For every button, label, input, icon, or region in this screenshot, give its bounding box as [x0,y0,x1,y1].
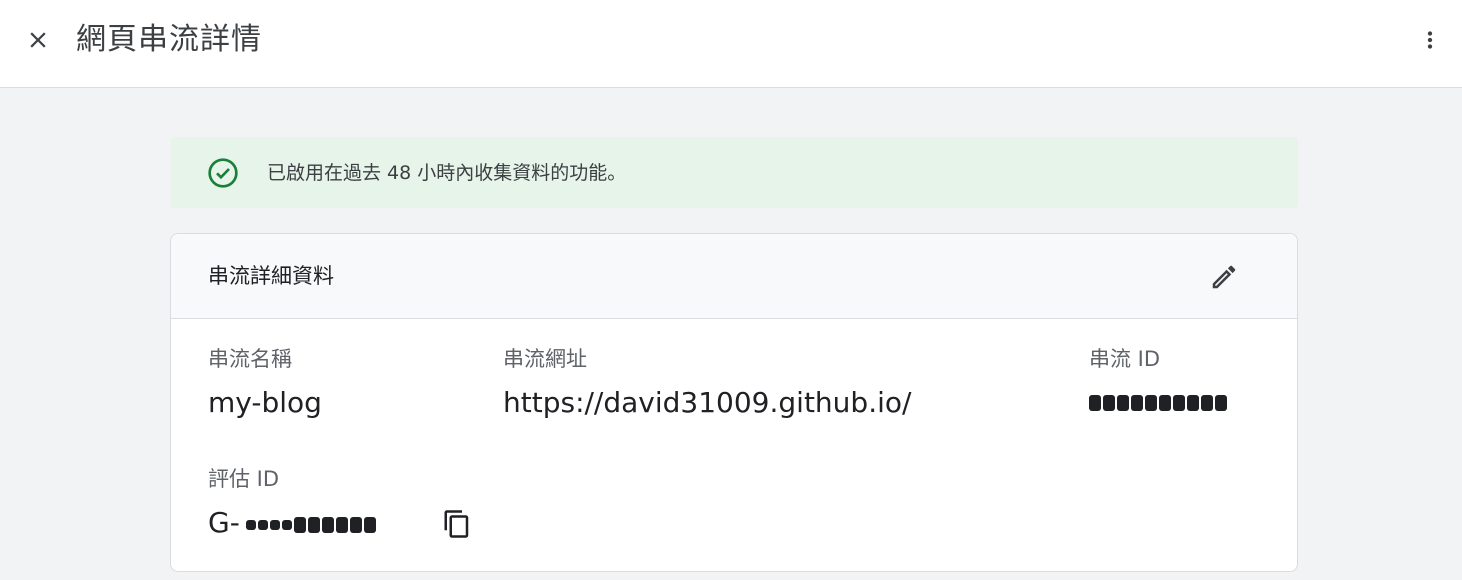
measurement-id-prefix: G- [208,506,240,539]
copy-measurement-id-button[interactable] [437,504,477,544]
card-header: 串流詳細資料 [171,234,1297,319]
top-app-bar: 網頁串流詳情 [0,0,1462,88]
page-title: 網頁串流詳情 [76,22,262,57]
copy-icon [444,510,469,538]
close-icon [30,32,46,48]
check-circle-icon [208,158,238,188]
edit-button[interactable] [1203,256,1245,298]
stream-details-card: 串流詳細資料 串流名稱 my-blog 串流網址 https://david31… [170,233,1298,572]
measurement-id-label: 評估 ID [208,467,280,491]
stream-name-label: 串流名稱 [208,347,292,371]
stream-url-label: 串流網址 [503,347,587,371]
card-title: 串流詳細資料 [208,264,334,288]
status-banner: 已啟用在過去 48 小時內收集資料的功能。 [171,137,1298,208]
stream-id-label: 串流 ID [1089,347,1161,371]
stream-url-value: https://david31009.github.io/ [503,386,912,419]
stream-name-value: my-blog [208,386,322,419]
stream-id-redacted [1089,392,1227,414]
measurement-id-redacted [246,514,376,536]
more-vert-icon [1427,31,1433,49]
edit-icon [1212,265,1236,289]
status-banner-text: 已啟用在過去 48 小時內收集資料的功能。 [267,162,627,184]
more-options-button[interactable] [1410,20,1450,60]
close-button[interactable] [18,20,58,60]
